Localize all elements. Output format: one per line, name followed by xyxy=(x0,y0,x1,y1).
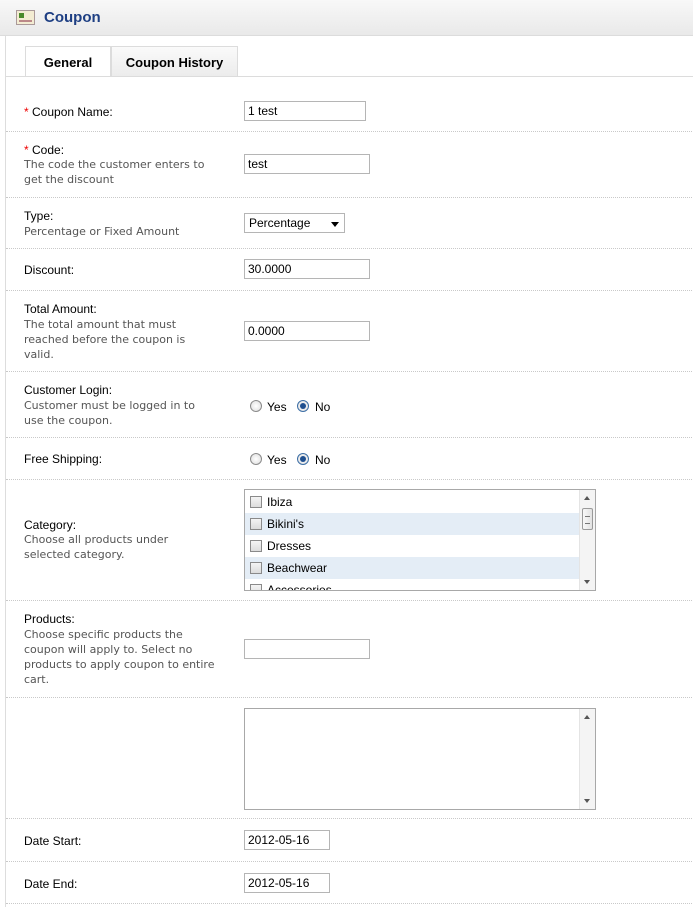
code-help: The code the customer enters to get the … xyxy=(24,158,205,186)
tab-coupon-history[interactable]: Coupon History xyxy=(111,46,238,76)
scroll-up-icon[interactable] xyxy=(584,496,590,500)
products-label: Products: xyxy=(24,612,75,626)
category-list[interactable]: Ibiza Bikini's Dresses Beachwear Accesso… xyxy=(244,489,596,591)
scroll-down-icon[interactable] xyxy=(584,799,590,803)
row-free-shipping: Free Shipping: Yes No xyxy=(6,438,693,480)
row-customer-login: Customer Login: Customer must be logged … xyxy=(6,372,693,438)
customer-login-yes-radio[interactable] xyxy=(250,400,262,412)
category-label: Category: xyxy=(24,518,77,532)
customer-login-label: Customer Login: xyxy=(24,383,113,397)
chevron-down-icon xyxy=(331,222,339,227)
scroll-down-icon[interactable] xyxy=(584,580,590,584)
category-checkbox[interactable] xyxy=(250,584,262,590)
type-label: Type: xyxy=(24,209,54,223)
row-category: Category: Choose all products under sele… xyxy=(6,480,693,601)
scroll-up-icon[interactable] xyxy=(584,715,590,719)
date-end-label: Date End: xyxy=(24,877,78,891)
page-header: Coupon xyxy=(0,0,693,36)
type-select[interactable]: Percentage xyxy=(244,213,345,233)
total-amount-input[interactable] xyxy=(244,321,370,341)
free-shipping-no-label[interactable]: No xyxy=(315,453,330,467)
tab-general[interactable]: General xyxy=(25,46,111,77)
row-coupon-name: * Coupon Name: xyxy=(6,77,693,132)
free-shipping-label: Free Shipping: xyxy=(24,452,103,466)
row-total-amount: Total Amount: The total amount that must… xyxy=(6,291,693,372)
row-products-selected xyxy=(6,698,693,819)
customer-login-help: Customer must be logged in to use the co… xyxy=(24,399,195,427)
row-date-start: Date Start: xyxy=(6,819,693,862)
category-item-dresses[interactable]: Dresses xyxy=(245,535,579,557)
free-shipping-yes-radio[interactable] xyxy=(250,453,262,465)
category-checkbox[interactable] xyxy=(250,518,262,530)
row-products: Products: Choose specific products the c… xyxy=(6,601,693,698)
products-help: Choose specific products the coupon will… xyxy=(24,628,215,686)
products-search-input[interactable] xyxy=(244,639,370,659)
row-date-end: Date End: xyxy=(6,862,693,904)
page-title: Coupon xyxy=(44,9,101,26)
category-item-beachwear[interactable]: Beachwear xyxy=(245,557,579,579)
total-amount-label: Total Amount: xyxy=(24,302,97,316)
scroll-thumb[interactable] xyxy=(582,508,593,530)
code-input[interactable] xyxy=(244,154,370,174)
row-type: Type: Percentage or Fixed Amount Percent… xyxy=(6,198,693,249)
required-marker: * xyxy=(24,105,29,119)
row-code: * Code: The code the customer enters to … xyxy=(6,132,693,198)
discount-label: Discount: xyxy=(24,263,75,277)
coupon-name-input[interactable] xyxy=(244,101,366,121)
customer-login-yes-label[interactable]: Yes xyxy=(267,400,287,414)
row-discount: Discount: xyxy=(6,249,693,291)
products-scrollbar[interactable] xyxy=(579,709,595,809)
form-panel: General Coupon History * Coupon Name: * … xyxy=(5,36,693,907)
category-item-accessories[interactable]: Accessories xyxy=(245,579,579,590)
code-label: Code: xyxy=(32,143,65,157)
free-shipping-no-radio[interactable] xyxy=(297,453,309,465)
free-shipping-yes-label[interactable]: Yes xyxy=(267,453,287,467)
required-marker: * xyxy=(24,143,29,157)
category-checkbox[interactable] xyxy=(250,562,262,574)
date-start-label: Date Start: xyxy=(24,834,82,848)
category-scrollbar[interactable] xyxy=(579,490,595,590)
discount-input[interactable] xyxy=(244,259,370,279)
type-help: Percentage or Fixed Amount xyxy=(24,225,180,238)
coupon-logo-icon xyxy=(16,10,35,25)
customer-login-no-label[interactable]: No xyxy=(315,400,330,414)
category-checkbox[interactable] xyxy=(250,496,262,508)
category-help: Choose all products under selected categ… xyxy=(24,533,169,561)
category-checkbox[interactable] xyxy=(250,540,262,552)
date-start-input[interactable] xyxy=(244,830,330,850)
total-amount-help: The total amount that must reached befor… xyxy=(24,318,186,361)
products-selected-list[interactable] xyxy=(244,708,596,810)
category-item-ibiza[interactable]: Ibiza xyxy=(245,491,579,513)
coupon-name-label: Coupon Name: xyxy=(32,105,113,119)
category-item-bikinis[interactable]: Bikini's xyxy=(245,513,579,535)
date-end-input[interactable] xyxy=(244,873,330,893)
customer-login-no-radio[interactable] xyxy=(297,400,309,412)
type-select-value: Percentage xyxy=(249,216,311,230)
